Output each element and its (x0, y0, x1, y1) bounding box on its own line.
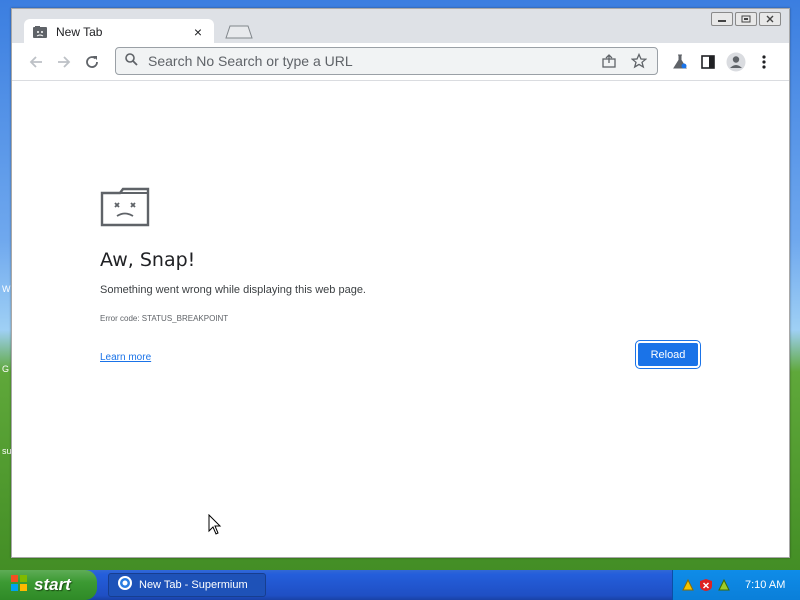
tab-favicon-icon (32, 25, 48, 39)
reload-button[interactable]: Reload (635, 340, 701, 369)
address-bar[interactable]: Search No Search or type a URL (115, 47, 658, 75)
tab-title: New Tab (56, 25, 103, 39)
close-icon[interactable] (759, 12, 781, 26)
search-icon (124, 52, 138, 71)
system-tray: 7:10 AM (672, 570, 800, 600)
side-panel-icon[interactable] (698, 52, 718, 72)
error-heading: Aw, Snap! (100, 249, 196, 271)
browser-icon (117, 575, 133, 596)
clock: 7:10 AM (745, 579, 786, 591)
taskbar-item-label: New Tab - Supermium (139, 579, 248, 591)
mouse-cursor-icon (208, 513, 222, 536)
start-label: start (34, 575, 71, 594)
back-icon[interactable] (26, 52, 46, 72)
restore-icon[interactable] (735, 12, 757, 26)
start-button[interactable]: start (0, 570, 97, 600)
error-code: Error code: STATUS_BREAKPOINT (100, 314, 229, 323)
tab-close-button[interactable]: × (190, 25, 206, 39)
labs-icon[interactable] (670, 52, 690, 72)
star-icon[interactable] (629, 51, 649, 71)
tray-icon[interactable] (717, 578, 731, 592)
profile-icon[interactable] (726, 52, 746, 72)
tray-icon[interactable] (681, 578, 695, 592)
desktop-label-2: G (2, 364, 10, 374)
page-content: Aw, Snap! Something went wrong while dis… (12, 81, 789, 557)
menu-icon[interactable] (754, 52, 774, 72)
taskbar-item-browser[interactable]: New Tab - Supermium (108, 573, 266, 597)
desktop-label-1: W (2, 284, 11, 294)
window-controls (711, 12, 781, 26)
toolbar: Search No Search or type a URL (12, 43, 789, 81)
minimize-icon[interactable] (711, 12, 733, 26)
tray-icon[interactable] (699, 578, 713, 592)
sad-folder-icon (100, 185, 150, 227)
taskbar: start New Tab - Supermium 7:10 AM (0, 570, 800, 600)
error-message: Something went wrong while displaying th… (100, 284, 366, 296)
learn-more-link[interactable]: Learn more (100, 352, 151, 363)
forward-icon[interactable] (54, 52, 74, 72)
tab-new-tab[interactable]: New Tab × (24, 19, 214, 45)
new-tab-icon[interactable] (222, 25, 254, 39)
omnibox-placeholder: Search No Search or type a URL (148, 53, 353, 69)
windows-logo-icon (10, 574, 28, 597)
reload-icon[interactable] (82, 52, 102, 72)
share-icon[interactable] (599, 51, 619, 71)
title-bar: New Tab × (12, 9, 789, 45)
browser-window: New Tab × Search No Search or type a URL… (11, 8, 790, 558)
